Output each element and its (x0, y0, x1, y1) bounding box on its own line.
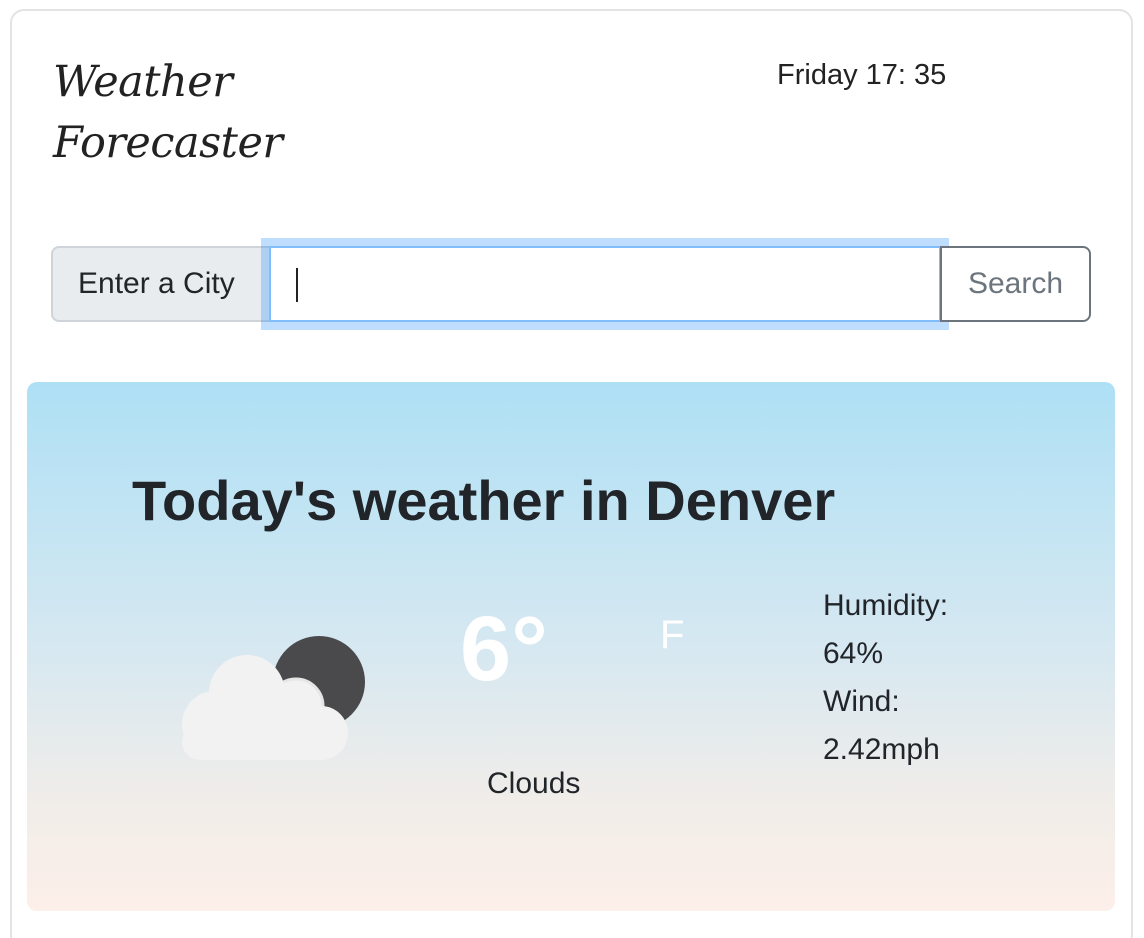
search-button[interactable]: Search (940, 246, 1091, 322)
clock-display: Friday 17: 35 (777, 59, 947, 91)
app-title: Weather Forecaster (53, 57, 283, 168)
temperature-unit-toggle[interactable]: F (660, 612, 684, 658)
wind-value: 2.42mph (823, 733, 940, 766)
humidity-label: Humidity: (823, 589, 949, 622)
weather-heading: Today's weather in Denver (132, 469, 836, 532)
cloud-moon-icon (182, 636, 365, 760)
wind-label: Wind: (823, 685, 900, 718)
temperature-value: 6° (460, 598, 548, 700)
city-search-input[interactable] (261, 238, 949, 330)
text-caret (296, 268, 298, 302)
humidity-value: 64% (823, 637, 884, 670)
search-label: Enter a City (51, 246, 271, 322)
city-search-group: Enter a City Search (51, 238, 1091, 330)
weather-condition: Clouds (487, 767, 581, 800)
weather-stats: Humidity: 64% Wind: 2.42mph (823, 582, 948, 774)
today-weather-panel: Today's weather in Denver 6° F Clouds Hu… (27, 382, 1115, 911)
